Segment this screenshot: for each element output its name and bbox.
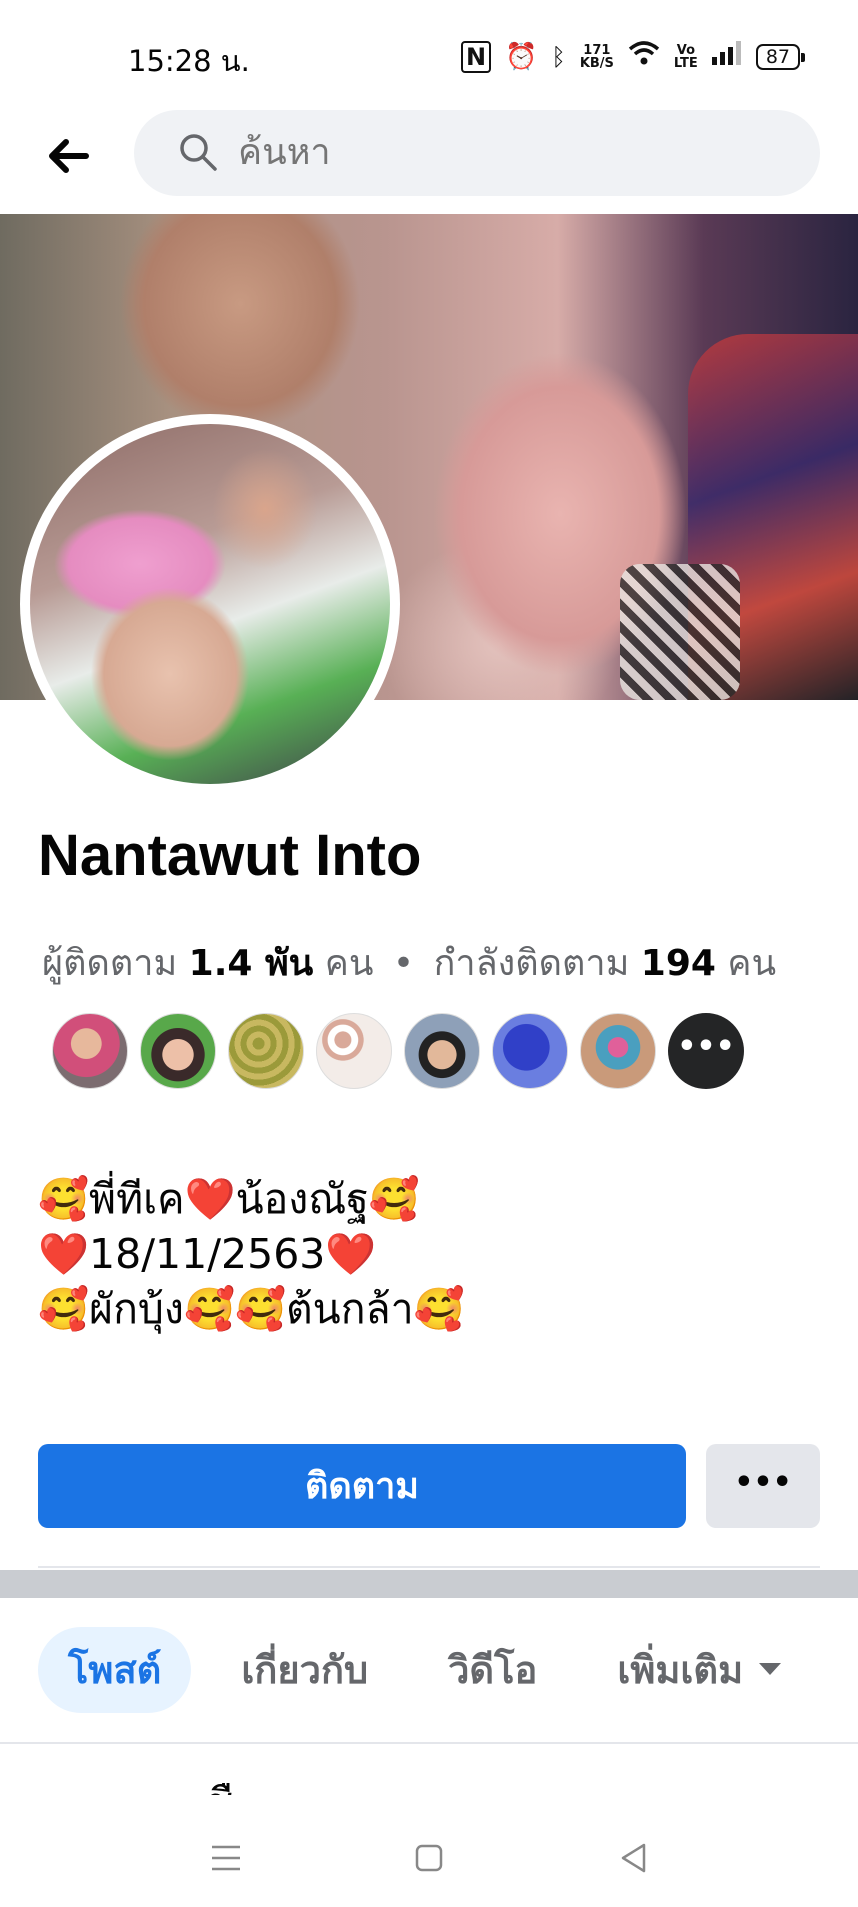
bluetooth-icon: ᛒ: [551, 42, 566, 71]
followers-count: 1.4 พัน: [188, 943, 314, 984]
tab-about[interactable]: เกี่ยวกับ: [211, 1627, 398, 1713]
back-nav-icon[interactable]: [614, 1838, 654, 1878]
follower-avatar[interactable]: [228, 1013, 304, 1089]
profile-picture[interactable]: [20, 414, 400, 794]
follower-avatar[interactable]: [404, 1013, 480, 1089]
stats-separator: •: [392, 943, 415, 984]
system-navigation-bar: [0, 1810, 858, 1907]
follow-stats[interactable]: ผู้ติดตาม 1.4 พัน คน • กำลังติดตาม 194 ค…: [42, 934, 776, 991]
home-icon[interactable]: [409, 1838, 449, 1878]
following-count: 194: [640, 943, 716, 984]
divider: [0, 1742, 858, 1744]
more-followers-button[interactable]: •••: [668, 1013, 744, 1089]
follower-avatar[interactable]: [316, 1013, 392, 1089]
tab-videos[interactable]: วิดีโอ: [418, 1627, 567, 1713]
tab-more[interactable]: เพิ่มเติม: [587, 1627, 811, 1713]
partial-heading: ชื: [206, 1783, 236, 1795]
signal-icon: [711, 41, 742, 72]
profile-tabs: โพสต์ เกี่ยวกับ วิดีโอ เพิ่มเติม: [38, 1627, 811, 1713]
followers-unit: คน: [324, 943, 374, 984]
tab-more-label: เพิ่มเติม: [617, 1648, 744, 1692]
volte-sub-label: LTE: [673, 55, 698, 71]
battery-indicator: 87: [755, 43, 806, 70]
following-unit: คน: [727, 943, 777, 984]
profile-bio: 🥰พี่ทีเค❤️น้องณัฐ🥰 ❤️18/11/2563❤️ 🥰ผักบุ…: [38, 1175, 465, 1333]
menu-icon[interactable]: [206, 1838, 246, 1878]
search-input[interactable]: [238, 110, 758, 196]
status-bar: 15:28 น. N ⏰ ᛒ 171 KB/S Vo LTE 87: [0, 0, 858, 110]
profile-picture-image: [30, 424, 390, 784]
network-speed-unit: KB/S: [579, 55, 614, 71]
follower-avatar[interactable]: [492, 1013, 568, 1089]
follower-avatar[interactable]: [580, 1013, 656, 1089]
network-speed: 171 KB/S: [580, 44, 614, 70]
section-separator: [0, 1570, 858, 1598]
alarm-icon: ⏰: [505, 41, 538, 72]
more-options-button[interactable]: •••: [706, 1444, 820, 1528]
followers-label: ผู้ติดตาม: [42, 943, 178, 984]
status-time: 15:28 น.: [128, 44, 250, 78]
divider: [38, 1566, 820, 1568]
follow-button[interactable]: ติดตาม: [38, 1444, 686, 1528]
following-label: กำลังติดตาม: [433, 943, 630, 984]
search-bar[interactable]: [134, 110, 820, 196]
profile-name: Nantawut Into: [38, 823, 422, 888]
status-icons: N ⏰ ᛒ 171 KB/S Vo LTE 87: [460, 40, 806, 73]
tab-posts[interactable]: โพสต์: [38, 1627, 192, 1713]
dropdown-arrow-icon: [759, 1662, 782, 1675]
back-arrow-icon: [49, 139, 89, 173]
follower-avatar[interactable]: [140, 1013, 216, 1089]
follower-avatar[interactable]: [52, 1013, 128, 1089]
followers-preview: •••: [52, 1013, 744, 1089]
search-icon: [180, 134, 217, 171]
network-speed-value: 171: [583, 42, 611, 58]
wifi-icon: [628, 40, 660, 73]
cover-decoration-pattern: [620, 564, 740, 700]
volte-icon: Vo LTE: [674, 44, 698, 70]
nfc-icon: N: [460, 40, 492, 73]
volte-label: Vo: [676, 42, 695, 58]
back-button[interactable]: [40, 128, 96, 184]
